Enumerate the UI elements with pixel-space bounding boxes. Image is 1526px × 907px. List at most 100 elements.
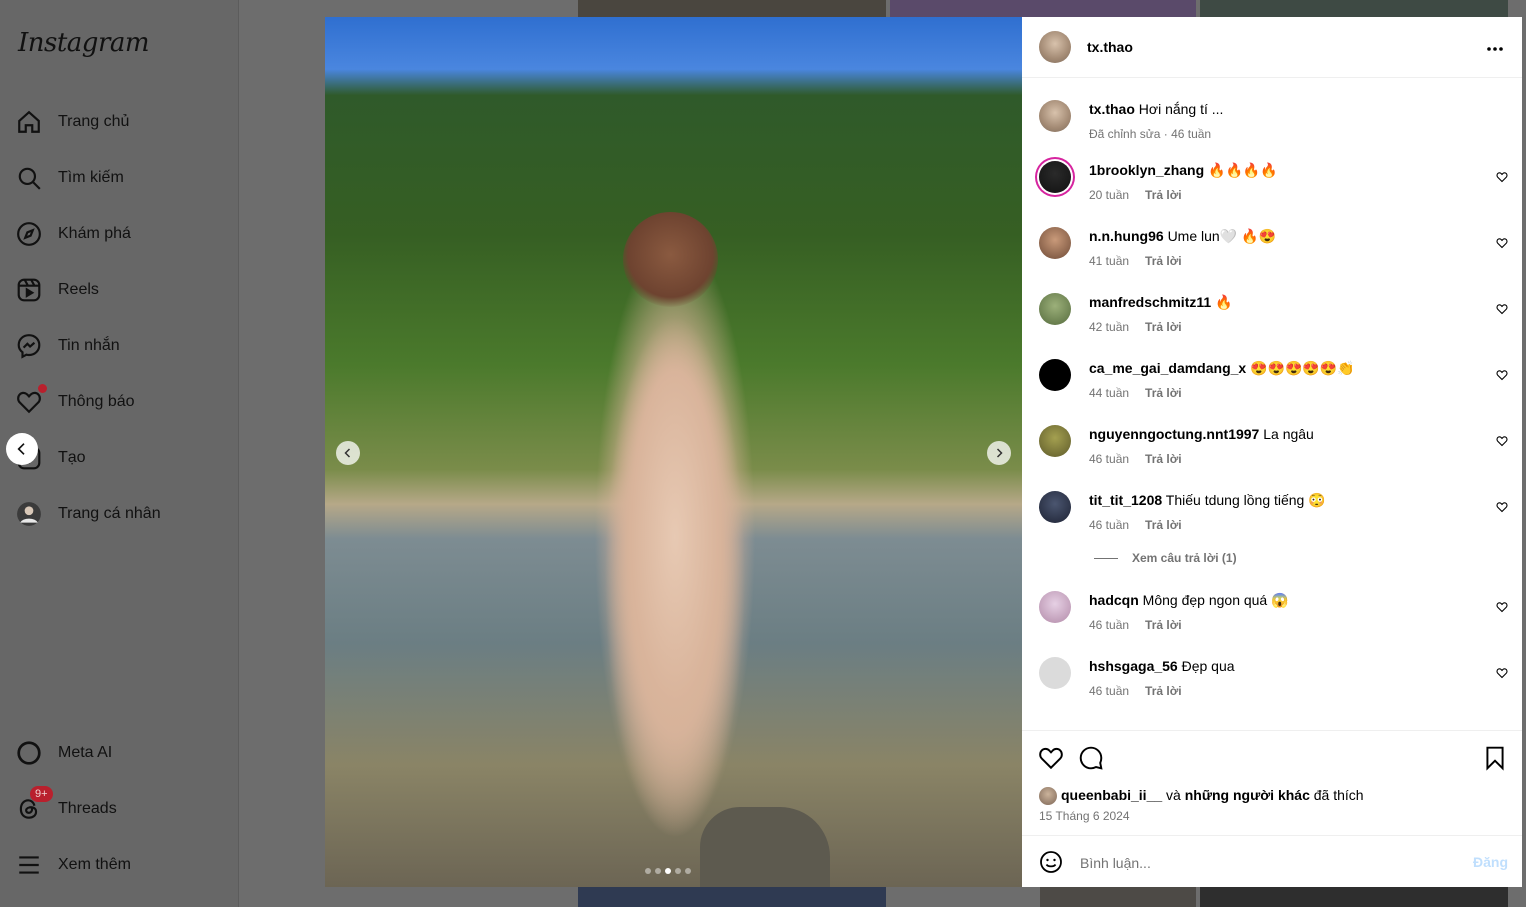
home-icon [18, 110, 40, 133]
nav-meta-ai[interactable]: Meta AI [16, 731, 112, 775]
comment-time[interactable]: 46 tuần [1089, 518, 1129, 532]
nav-home-label: Trang chủ [58, 113, 130, 130]
comment-time[interactable]: 46 tuần [1089, 452, 1129, 466]
nav-meta-ai-label: Meta AI [58, 744, 113, 761]
commenter-username[interactable]: hadcqn [1089, 592, 1139, 608]
comment-row: hadcqn Mông đẹp ngon quá 😱 46 tuần Trả lời [1022, 591, 1522, 641]
commenter-username[interactable]: tit_tit_1208 [1089, 492, 1162, 508]
post-detail-panel: tx.thao tx.thao Hơi nắng tí ... Đã chỉnh… [1022, 17, 1522, 887]
comment-time[interactable]: 46 tuần [1089, 618, 1129, 632]
comment-row: 1brooklyn_zhang 🔥🔥🔥🔥 20 tuần Trả lời [1022, 161, 1522, 211]
post-comment-button[interactable]: Đăng [1473, 854, 1508, 870]
nav-explore[interactable]: Khám phá [16, 212, 131, 256]
bookmark-icon [1486, 746, 1504, 771]
comment-time[interactable]: 42 tuần [1089, 320, 1129, 334]
search-icon [18, 167, 41, 190]
instagram-logo[interactable]: Instagram [18, 28, 150, 58]
likes-connector: và [1166, 787, 1181, 803]
commenter-username[interactable]: 1brooklyn_zhang [1089, 162, 1204, 178]
commenter-avatar[interactable] [1039, 161, 1071, 193]
commenter-avatar[interactable] [1039, 657, 1071, 689]
comment-time[interactable]: 20 tuần [1089, 188, 1129, 202]
reply-button[interactable]: Trả lời [1145, 254, 1182, 268]
carousel-dot [685, 868, 691, 874]
comment-text: n.n.hung96 Ume lun🤍 🔥😍 [1089, 228, 1276, 245]
nav-profile[interactable]: Trang cá nhân [16, 492, 161, 536]
reply-button[interactable]: Trả lời [1145, 320, 1182, 334]
comment-like-icon[interactable] [1496, 667, 1508, 679]
save-button[interactable] [1482, 745, 1508, 771]
reply-button[interactable]: Trả lời [1145, 452, 1182, 466]
comment-time[interactable]: 44 tuần [1089, 386, 1129, 400]
background-thumbnail [890, 0, 1196, 17]
comment-like-icon[interactable] [1496, 435, 1508, 447]
view-replies-button[interactable]: Xem câu trả lời (1) [1094, 551, 1237, 565]
nav-notifications-label: Thông báo [58, 393, 135, 410]
carousel-next-button[interactable] [987, 441, 1011, 465]
author-avatar[interactable] [1039, 31, 1071, 63]
post-date[interactable]: 15 Tháng 6 2024 [1039, 809, 1130, 823]
comment-row: ca_me_gai_damdang_x 😍😍😍😍😍👏 44 tuần Trả lời [1022, 359, 1522, 409]
comment-button[interactable] [1078, 745, 1104, 771]
comment-like-icon[interactable] [1496, 171, 1508, 183]
comments-list[interactable]: tx.thao Hơi nắng tí ... Đã chỉnh sửa · 4… [1022, 78, 1522, 730]
commenter-username[interactable]: n.n.hung96 [1089, 228, 1164, 244]
more-options-button[interactable] [1486, 39, 1504, 57]
comment-time[interactable]: 46 tuần [1089, 684, 1129, 698]
caption-username[interactable]: tx.thao [1089, 101, 1135, 117]
nav-messages[interactable]: Tin nhắn [16, 324, 120, 368]
likes-others-link[interactable]: những người khác [1185, 787, 1310, 803]
post-actions: queenbabi_ii__ và những người khác đã th… [1022, 730, 1522, 836]
commenter-avatar[interactable] [1039, 491, 1071, 523]
comment-text: nguyenngoctung.nnt1997 La ngâu [1089, 426, 1314, 442]
reply-button[interactable]: Trả lời [1145, 684, 1182, 698]
comment-like-icon[interactable] [1496, 501, 1508, 513]
commenter-avatar[interactable] [1039, 591, 1071, 623]
comment-like-icon[interactable] [1496, 237, 1508, 249]
nav-reels-label: Reels [58, 281, 99, 298]
comment-meta: 41 tuần Trả lời [1089, 254, 1198, 268]
reply-button[interactable]: Trả lời [1145, 386, 1182, 400]
threads-badge: 9+ [30, 786, 53, 802]
comment-meta: 46 tuần Trả lời [1089, 618, 1198, 632]
commenter-username[interactable]: hshsgaga_56 [1089, 658, 1178, 674]
nav-notifications[interactable]: Thông báo [16, 380, 135, 424]
comment-meta: 46 tuần Trả lời [1089, 518, 1198, 532]
comment-input[interactable] [1078, 850, 1452, 876]
carousel-prev-button[interactable] [336, 441, 360, 465]
liker-username[interactable]: queenbabi_ii__ [1061, 787, 1162, 803]
likes-suffix: đã thích [1313, 787, 1364, 803]
commenter-avatar[interactable] [1039, 227, 1071, 259]
comment-body: Ume lun🤍 🔥😍 [1167, 228, 1276, 244]
comment-like-icon[interactable] [1496, 303, 1508, 315]
like-button[interactable] [1038, 745, 1064, 771]
commenter-username[interactable]: nguyenngoctung.nnt1997 [1089, 426, 1259, 442]
commenter-avatar[interactable] [1039, 425, 1071, 457]
nav-home[interactable]: Trang chủ [16, 100, 129, 144]
nav-search[interactable]: Tìm kiếm [16, 156, 124, 200]
nav-explore-label: Khám phá [58, 225, 131, 242]
emoji-icon[interactable] [1039, 850, 1063, 874]
commenter-avatar[interactable] [1039, 359, 1071, 391]
commenter-avatar[interactable] [1039, 293, 1071, 325]
comment-meta: 44 tuần Trả lời [1089, 386, 1198, 400]
background-thumbnail [578, 887, 886, 907]
nav-more[interactable]: Xem thêm [16, 843, 131, 887]
post-photo[interactable] [325, 17, 1022, 887]
comment-like-icon[interactable] [1496, 369, 1508, 381]
commenter-username[interactable]: ca_me_gai_damdang_x [1089, 360, 1246, 376]
back-button[interactable] [6, 433, 38, 465]
comment-like-icon[interactable] [1496, 601, 1508, 613]
comment-body: Thiếu tdung lồng tiếng 😳 [1165, 492, 1326, 508]
commenter-username[interactable]: manfredschmitz11 [1089, 294, 1211, 310]
reply-button[interactable]: Trả lời [1145, 188, 1182, 202]
comment-time[interactable]: 41 tuần [1089, 254, 1129, 268]
nav-reels[interactable]: Reels [16, 268, 99, 312]
liker-avatar[interactable] [1039, 787, 1057, 806]
caption-author-avatar[interactable] [1039, 100, 1071, 132]
nav-threads[interactable]: 9+ Threads [16, 786, 117, 831]
author-username[interactable]: tx.thao [1087, 39, 1133, 55]
reply-button[interactable]: Trả lời [1145, 518, 1182, 532]
reply-button[interactable]: Trả lời [1145, 618, 1182, 632]
comment-icon [1079, 746, 1103, 770]
